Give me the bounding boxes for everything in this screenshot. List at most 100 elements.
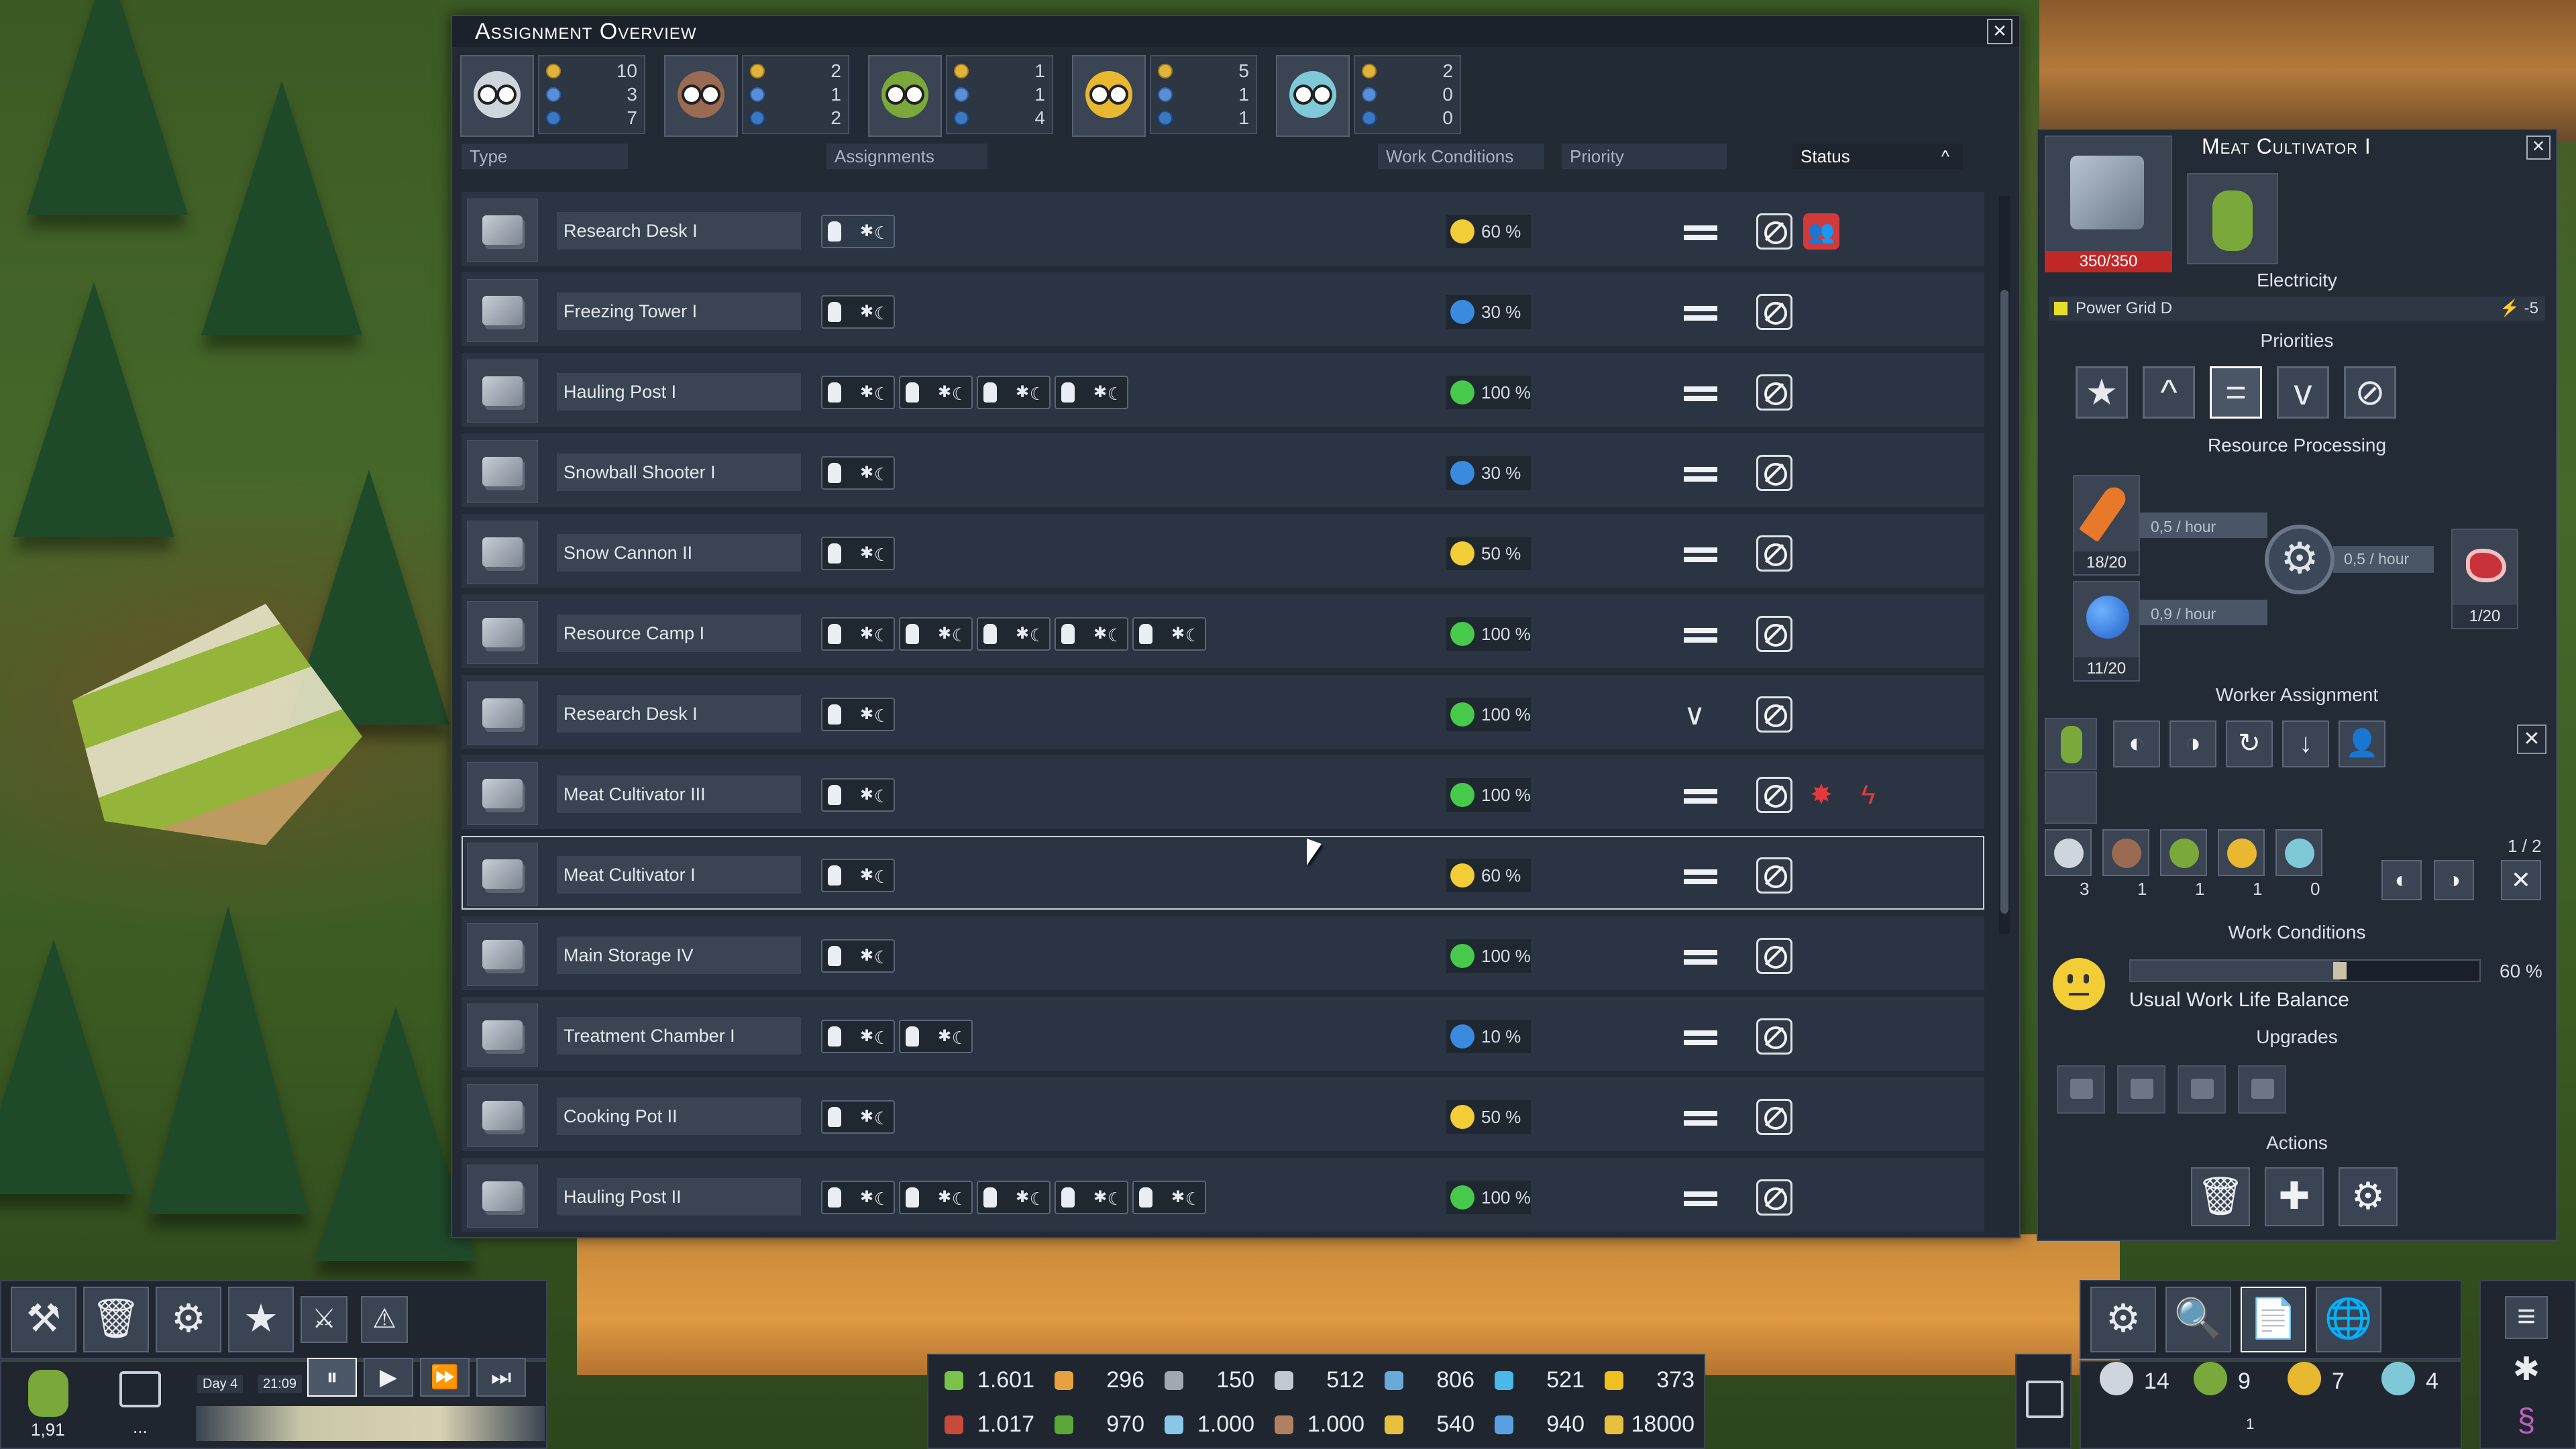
settings-button[interactable]: ⚙ [156,1287,221,1352]
building-row[interactable]: Freezing Tower I ✱ ☾ 30 % [462,272,1984,346]
building-row[interactable]: Research Desk I ✱ ☾ 60 % 👥 [462,192,1984,266]
resource-item[interactable]: 1.017 [935,1405,1042,1444]
close-button[interactable]: ✕ [2526,136,2551,160]
shift-day-button[interactable]: ◐ [2381,860,2422,900]
building-row[interactable]: Cooking Pot II ✱ ☾ 50 % [462,1077,1984,1151]
resource-item[interactable]: 296 [1045,1360,1152,1399]
species-filter-button[interactable] [2045,829,2092,876]
priority-equal-icon[interactable] [1684,1024,1717,1051]
world-map-button[interactable]: 🌐 [2316,1287,2381,1352]
disable-icon[interactable] [1756,1179,1792,1216]
alert-button[interactable]: ⚠ [361,1296,408,1343]
night-shift-button[interactable]: ◑ [2169,720,2216,767]
building-row[interactable]: Meat Cultivator III ✱ ☾ 100 % ✸ ϟ [462,755,1984,829]
column-header-priority[interactable]: Priority [1562,144,1727,169]
close-button[interactable]: ✕ [1987,19,2012,44]
building-name[interactable]: Main Storage IV [557,936,801,974]
disable-icon[interactable] [1756,455,1792,491]
disable-icon[interactable] [1756,777,1792,813]
day-shift-button[interactable]: ◐ [2113,720,2160,767]
priority-equal-icon[interactable] [1684,943,1717,970]
demolish-button[interactable]: 🗑 [2191,1167,2250,1226]
report-button[interactable]: 📄 [2241,1287,2306,1352]
priority-equal-icon[interactable] [1684,299,1717,326]
pause-button[interactable]: ⏸ [307,1358,357,1397]
worker-assignment-close[interactable]: ✕ [2517,724,2546,754]
demolish-button[interactable]: 🗑 [83,1287,149,1352]
assignment-slot[interactable]: ✱ ☾ [1055,376,1128,409]
input-resource-carrot[interactable]: 18/20 [2073,475,2140,576]
build-hammer-button[interactable]: ⚒ [11,1287,76,1352]
disable-icon[interactable] [1756,535,1792,572]
assignment-slot[interactable]: ✱ ☾ [899,376,973,409]
assignment-slot[interactable]: ✱ ☾ [821,295,895,329]
priority-equal-icon[interactable] [1684,1185,1717,1212]
menu-button[interactable]: ≡ [2505,1296,2548,1339]
clear-filter-button[interactable]: ✕ [2501,860,2541,900]
assignment-slot[interactable]: ✱ ☾ [977,1181,1051,1214]
equal-icon[interactable]: = [2210,366,2262,419]
output-resource-meat[interactable]: 1/20 [2451,529,2518,629]
worker-slot-filled[interactable] [2045,718,2097,770]
upgrade-slot[interactable] [2057,1065,2105,1114]
fastest-button[interactable]: ⏭ [476,1358,526,1397]
building-row[interactable]: Meat Cultivator I ✱ ☾ 60 % [462,836,1984,910]
building-row[interactable]: Resource Camp I ✱ ☾ ✱ ☾ ✱ ☾ ✱ ☾ ✱ ☾ 100 % [462,594,1984,668]
priority-equal-icon[interactable] [1684,863,1717,890]
assignment-slot[interactable]: ✱ ☾ [899,1181,973,1214]
building-name[interactable]: Treatment Chamber I [557,1017,801,1055]
disable-icon[interactable] [1756,1099,1792,1135]
resource-item[interactable]: 940 [1485,1405,1593,1444]
disable-icon[interactable] [1756,616,1792,652]
assignment-slot[interactable]: ✱ ☾ [821,859,895,892]
combat-button[interactable]: ⚔ [301,1296,347,1343]
scrollbar[interactable] [1999,196,2010,934]
column-header-status[interactable]: Status ^ [1792,144,1963,169]
assignment-slot[interactable]: ✱ ☾ [1132,1181,1206,1214]
search-icon[interactable]: 🔍 [2165,1287,2231,1352]
building-row[interactable]: Snow Cannon II ✱ ☾ 50 % [462,514,1984,588]
jobs-board-icon[interactable] [2026,1381,2063,1418]
building-name[interactable]: Resource Camp I [557,614,801,652]
species-summary-item[interactable]: 114 [868,55,1053,145]
disable-icon[interactable] [1756,857,1792,894]
assignment-slot[interactable]: ✱ ☾ [821,376,895,409]
power-grid-row[interactable]: Power Grid D ⚡ -5 [2049,297,2545,321]
colony-storage-icon[interactable] [119,1371,161,1407]
resource-item[interactable]: 1.000 [1155,1405,1263,1444]
disable-icon[interactable]: ⊘ [2344,366,2396,419]
building-row[interactable]: Hauling Post I ✱ ☾ ✱ ☾ ✱ ☾ ✱ ☾ 100 % [462,353,1984,427]
assignment-slot[interactable]: ✱ ☾ [1055,1181,1128,1214]
resource-item[interactable]: 806 [1375,1360,1483,1399]
building-name[interactable]: Hauling Post I [557,373,801,411]
resource-item[interactable]: 512 [1265,1360,1373,1399]
assignment-slot[interactable]: ✱ ☾ [821,617,895,651]
building-row[interactable]: Snowball Shooter I ✱ ☾ 30 % [462,433,1984,507]
resource-item[interactable]: 150 [1155,1360,1263,1399]
column-header-assignments[interactable]: Assignments [826,144,987,169]
building-row[interactable]: Research Desk I ✱ ☾ 100 % ∨ [462,675,1984,749]
assignment-slot[interactable]: ✱ ☾ [1055,617,1128,651]
species-filter-button[interactable] [2218,829,2265,876]
assignment-slot[interactable]: ✱ ☾ [821,537,895,570]
assignment-slot[interactable]: ✱ ☾ [821,456,895,490]
assignment-slot[interactable]: ✱ ☾ [821,698,895,731]
resource-item[interactable]: 1.601 [935,1360,1042,1399]
resource-item[interactable]: 521 [1485,1360,1593,1399]
disable-icon[interactable] [1756,294,1792,330]
assignment-slot[interactable]: ✱ ☾ [977,376,1051,409]
priority-equal-icon[interactable] [1684,460,1717,487]
assignment-slot[interactable]: ✱ ☾ [977,617,1051,651]
settings-button[interactable]: ⚙ [2339,1167,2398,1226]
species-summary-item[interactable]: 10 3 7 [460,55,645,145]
priority-equal-icon[interactable] [1684,1104,1717,1131]
building-name[interactable]: Freezing Tower I [557,292,801,330]
building-name[interactable]: Research Desk I [557,212,801,250]
building-name[interactable]: Meat Cultivator I [557,856,801,894]
building-row[interactable]: Hauling Post II ✱ ☾ ✱ ☾ ✱ ☾ ✱ ☾ ✱ ☾ 100 % [462,1158,1984,1232]
bug-report-icon[interactable]: ✱ [2505,1348,2548,1391]
star-icon[interactable]: ★ [2076,366,2128,419]
building-row[interactable]: Main Storage IV ✱ ☾ 100 % [462,916,1984,990]
disable-icon[interactable] [1756,1018,1792,1055]
column-header-work-conditions[interactable]: Work Conditions [1378,144,1544,169]
